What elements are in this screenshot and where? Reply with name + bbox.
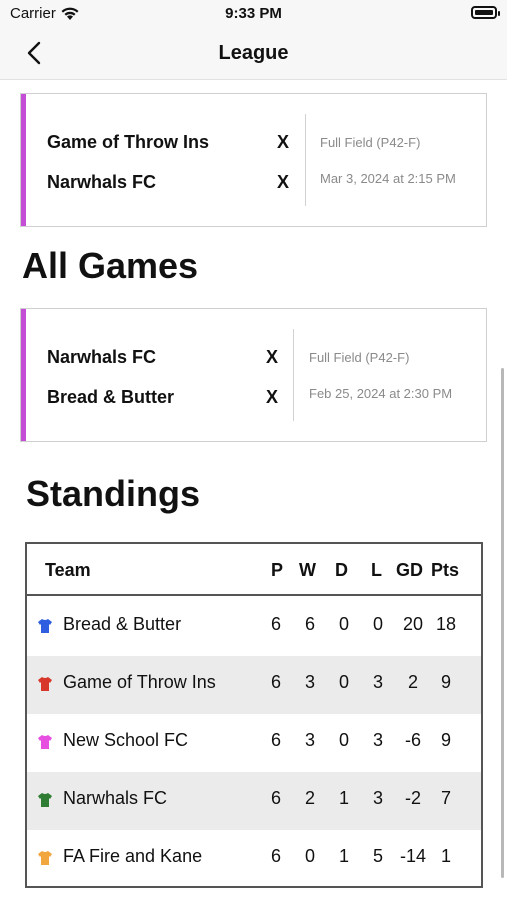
standings-row[interactable]: Bread & Butter 6 6 0 0 20 18 [27,598,481,656]
standings-table: Team P W D L GD Pts Bread & Butter 6 6 0… [25,542,483,888]
header-team: Team [45,560,91,580]
standings-row[interactable]: Game of Throw Ins 6 3 0 3 2 9 [27,656,481,714]
away-team-name: Bread & Butter [47,387,175,407]
standings-heading: Standings [26,473,201,514]
drawn-value: 0 [338,730,349,750]
played-value: 6 [270,730,281,750]
shirt-icon [38,851,52,865]
home-team-name: Game of Throw Ins [47,132,210,152]
goal-difference-value: 20 [402,614,424,634]
won-value: 3 [304,672,315,692]
all-games-heading: All Games [22,245,199,286]
home-team-score: X [266,347,279,367]
points-value: 1 [440,846,451,866]
lost-value: 0 [372,614,383,634]
standings-row[interactable]: FA Fire and Kane 6 0 1 5 -14 1 [27,830,481,886]
goal-difference-value: -2 [404,788,421,808]
lost-value: 3 [372,730,383,750]
points-value: 9 [440,672,451,692]
away-team-name: Narwhals FC [47,172,157,192]
away-team-score: X [266,387,279,407]
played-value: 6 [270,614,281,634]
clock: 9:33 PM [225,5,282,22]
lost-value: 5 [372,846,383,866]
header-lost: L [371,560,382,580]
standings-header-row: Team P W D L GD Pts [27,544,481,596]
header-drawn: D [335,560,348,580]
upcoming-match-card[interactable]: Game of Throw Ins X Narwhals FC X Full F… [20,93,487,227]
won-value: 2 [304,788,315,808]
goal-difference-value: -6 [404,730,421,750]
drawn-value: 0 [338,672,349,692]
drawn-value: 1 [338,846,349,866]
team-name: Narwhals FC [63,788,168,808]
battery-icon [471,6,500,19]
played-value: 6 [270,846,281,866]
vertical-scrollbar[interactable] [501,368,504,878]
header-goal-difference: GD [396,560,423,580]
drawn-value: 1 [338,788,349,808]
match-datetime: Feb 25, 2024 at 2:30 PM [309,386,453,401]
points-value: 7 [440,788,451,808]
shirt-icon [38,793,52,807]
match-field: Full Field (P42-F) [309,350,410,365]
card-accent-bar [21,94,26,226]
team-name: Game of Throw Ins [63,672,216,692]
match-datetime: Mar 3, 2024 at 2:15 PM [320,171,456,186]
team-name: Bread & Butter [63,614,182,634]
lost-value: 3 [372,672,383,692]
team-name: FA Fire and Kane [63,846,203,866]
points-value: 18 [435,614,457,634]
header-won: W [299,560,316,580]
goal-difference-value: -14 [399,846,426,866]
won-value: 3 [304,730,315,750]
card-divider [305,114,306,206]
shirt-icon [38,677,52,691]
navigation-bar: League [0,28,507,80]
page-title: League [218,42,289,64]
won-value: 0 [304,846,315,866]
status-bar: Carrier 9:33 PM [0,0,507,28]
standings-row[interactable]: Narwhals FC 6 2 1 3 -2 7 [27,772,481,830]
points-value: 9 [440,730,451,750]
shirt-icon [38,735,52,749]
standings-row[interactable]: New School FC 6 3 0 3 -6 9 [27,714,481,772]
header-played: P [271,560,284,580]
card-divider [293,329,294,421]
shirt-icon [38,619,52,633]
away-team-score: X [277,172,290,192]
lost-value: 3 [372,788,383,808]
card-accent-bar [21,309,26,441]
home-team-name: Narwhals FC [47,347,157,367]
drawn-value: 0 [338,614,349,634]
header-points: Pts [431,560,460,580]
played-value: 6 [270,672,281,692]
played-value: 6 [270,788,281,808]
team-name: New School FC [63,730,189,750]
goal-difference-value: 2 [407,672,418,692]
match-field: Full Field (P42-F) [320,135,421,150]
game-card[interactable]: Narwhals FC X Bread & Butter X Full Fiel… [20,308,487,442]
won-value: 6 [304,614,315,634]
home-team-score: X [277,132,290,152]
